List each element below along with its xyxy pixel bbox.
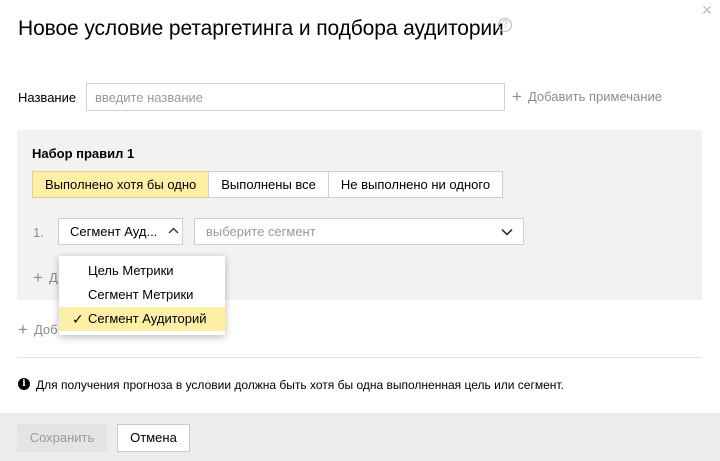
option-label: Цель Метрики: [88, 263, 174, 278]
ruleset-title: Набор правил 1: [32, 146, 135, 161]
add-rule-link[interactable]: + Д: [33, 267, 58, 287]
divider: [17, 357, 702, 358]
checkmark-icon: ✓: [72, 311, 84, 327]
option-label: Сегмент Аудиторий: [88, 311, 207, 326]
chevron-up-icon: [164, 219, 182, 244]
info-icon: i: [18, 378, 30, 390]
plus-icon: +: [18, 319, 28, 339]
plus-icon: +: [512, 86, 522, 106]
segment-select[interactable]: выберите сегмент: [194, 218, 524, 245]
dropdown-option-audience-segment[interactable]: ✓ Сегмент Аудиторий: [59, 307, 225, 331]
rule-type-dropdown: Цель Метрики Сегмент Метрики ✓ Сегмент А…: [59, 256, 225, 335]
plus-icon: +: [33, 267, 43, 287]
ruleset-mode-switch: Выполнено хотя бы одно Выполнены все Не …: [32, 171, 504, 198]
segment-placeholder: выберите сегмент: [206, 224, 316, 239]
forecast-hint: Для получения прогноза в условии должна …: [36, 378, 564, 392]
save-button[interactable]: Сохранить: [17, 424, 107, 452]
dropdown-option-metrika-goal[interactable]: Цель Метрики: [59, 259, 225, 283]
option-label: Сегмент Метрики: [88, 287, 194, 302]
chevron-down-icon: [501, 219, 513, 244]
rule-type-select[interactable]: Сегмент Ауд...: [58, 218, 183, 245]
dialog-footer: Сохранить Отмена: [0, 413, 720, 461]
add-ruleset-link[interactable]: + Доб: [18, 319, 58, 339]
mode-all-button[interactable]: Выполнены все: [208, 171, 329, 198]
name-input[interactable]: [86, 83, 505, 111]
rule-type-value: Сегмент Ауд...: [70, 224, 158, 239]
add-note-link[interactable]: + Добавить примечание: [512, 86, 662, 106]
rule-number: 1.: [33, 225, 44, 240]
mode-any-button[interactable]: Выполнено хотя бы одно: [32, 171, 210, 198]
name-label: Название: [18, 90, 77, 105]
close-icon[interactable]: ×: [700, 1, 714, 19]
add-note-label: Добавить примечание: [527, 89, 662, 104]
add-ruleset-label: Доб: [33, 322, 58, 337]
add-rule-label: Д: [48, 270, 58, 285]
cancel-button[interactable]: Отмена: [117, 424, 190, 452]
dropdown-option-metrika-segment[interactable]: Сегмент Метрики: [59, 283, 225, 307]
question-icon[interactable]: ?: [498, 18, 512, 32]
mode-none-button[interactable]: Не выполнено ни одного: [327, 171, 504, 198]
dialog-title: Новое условие ретаргетинга и подбора ауд…: [18, 17, 504, 40]
